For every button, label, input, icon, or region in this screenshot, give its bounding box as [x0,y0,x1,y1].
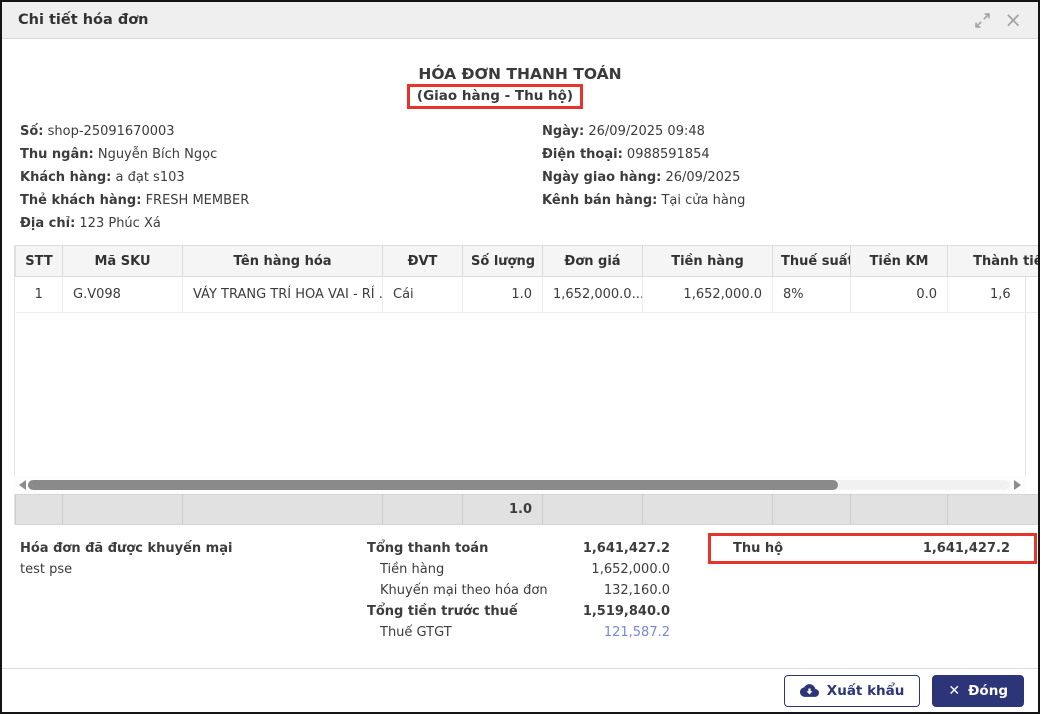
modal-title: Chi tiết hóa đơn [18,12,975,28]
cell-stt: 1 [16,277,63,313]
col-unit: ĐVT [383,246,463,277]
info-phone: Điện thoại: 0988591854 [542,143,1020,166]
table-row[interactable]: 1 G.V098 VÁY TRANG TRÍ HOA VAI - RÍ ... … [16,277,1040,313]
info-invoice-number: Số: shop-25091670003 [20,120,542,143]
annotation-box-thu-ho: Thu hộ 1,641,427.2 [708,533,1037,564]
invoice-info-right: Ngày: 26/09/2025 09:48 Điện thoại: 09885… [542,120,1020,235]
promo-note-value: test pse [20,559,232,580]
pre-tax-total-row: Tổng tiền trước thuế 1,519,840.0 [367,601,670,622]
modal-header: Chi tiết hóa đơn × [2,2,1038,39]
scroll-right-arrow-icon[interactable] [1014,480,1021,490]
invoice-info: Số: shop-25091670003 Thu ngân: Nguyễn Bí… [2,120,1038,235]
table-empty-space [15,313,1025,476]
totals-list: Tổng thanh toán 1,641,427.2 Tiền hàng 1,… [367,538,670,643]
cell-total: 1,6 [948,277,1040,313]
col-sku: Mã SKU [63,246,183,277]
items-table-viewport: STT Mã SKU Tên hàng hóa ĐVT Số lượng Đơn… [15,245,1039,313]
col-discount: Tiền KM [851,246,948,277]
col-tax-rate: Thuế suất [773,246,851,277]
info-delivery-date: Ngày giao hàng: 26/09/2025 [542,166,1020,189]
goods-amount-row: Tiền hàng 1,652,000.0 [367,559,670,580]
close-button[interactable]: ✕ Đóng [932,675,1024,707]
close-button-x-icon: ✕ [948,683,960,699]
invoice-subtitle: (Giao hàng - Thu hộ) [417,88,573,104]
invoice-detail-modal: Chi tiết hóa đơn × HÓA ĐƠN THANH TOÁN (G… [0,0,1040,714]
scrollbar-thumb[interactable] [28,480,838,490]
promo-note: Hóa đơn đã được khuyến mại test pse [20,538,232,580]
totals-quantity: 1.0 [463,495,543,525]
cell-unit: Cái [383,277,463,313]
vat-amount-link[interactable]: 121,587.2 [604,622,670,643]
info-sales-channel: Kênh bán hàng: Tại cửa hàng [542,189,1020,212]
info-address: Địa chỉ: 123 Phúc Xá [20,212,542,235]
cell-product-name: VÁY TRANG TRÍ HOA VAI - RÍ ... [183,277,383,313]
info-cashier: Thu ngân: Nguyễn Bích Ngọc [20,143,542,166]
info-customer: Khách hàng: a đạt s103 [20,166,542,189]
cell-sku: G.V098 [63,277,183,313]
cell-tax-rate: 8% [773,277,851,313]
promo-note-title: Hóa đơn đã được khuyến mại [20,538,232,559]
footer-bar: Xuất khẩu ✕ Đóng [2,668,1038,712]
cell-discount: 0.0 [851,277,948,313]
invoice-info-left: Số: shop-25091670003 Thu ngân: Nguyễn Bí… [20,120,542,235]
table-totals-strip: 1.0 [14,494,1026,525]
expand-icon[interactable] [975,13,990,28]
export-button[interactable]: Xuất khẩu [784,675,921,707]
horizontal-scrollbar [14,476,1026,494]
scroll-left-arrow-icon[interactable] [19,480,26,490]
col-total: Thành tiền [948,246,1040,277]
vat-row: Thuế GTGT 121,587.2 [367,622,670,643]
col-product-name: Tên hàng hóa [183,246,383,277]
table-totals-row: 1.0 [16,495,1040,525]
invoice-subtitle-row: (Giao hàng - Thu hộ) [2,84,1038,109]
col-stt: STT [16,246,63,277]
summary-section: Hóa đơn đã được khuyến mại test pse Tổng… [2,525,1038,660]
invoice-discount-row: Khuyến mại theo hóa đơn 132,160.0 [367,580,670,601]
items-table: STT Mã SKU Tên hàng hóa ĐVT Số lượng Đơn… [14,245,1026,476]
info-date: Ngày: 26/09/2025 09:48 [542,120,1020,143]
col-amount: Tiền hàng [643,246,773,277]
col-unit-price: Đơn giá [543,246,643,277]
info-customer-card: Thẻ khách hàng: FRESH MEMBER [20,189,542,212]
thu-ho-label: Thu hộ [733,541,783,556]
cell-amount: 1,652,000.0 [643,277,773,313]
col-quantity: Số lượng [463,246,543,277]
cell-unit-price: 1,652,000.0... [543,277,643,313]
table-header-row: STT Mã SKU Tên hàng hóa ĐVT Số lượng Đơn… [16,246,1040,277]
cell-quantity: 1.0 [463,277,543,313]
cloud-download-icon [800,684,819,697]
thu-ho-value: 1,641,427.2 [923,541,1010,556]
annotation-box-subtitle: (Giao hàng - Thu hộ) [407,84,583,109]
invoice-title: HÓA ĐƠN THANH TOÁN [2,65,1038,83]
total-payment-row: Tổng thanh toán 1,641,427.2 [367,538,670,559]
close-icon[interactable]: × [1004,10,1022,31]
